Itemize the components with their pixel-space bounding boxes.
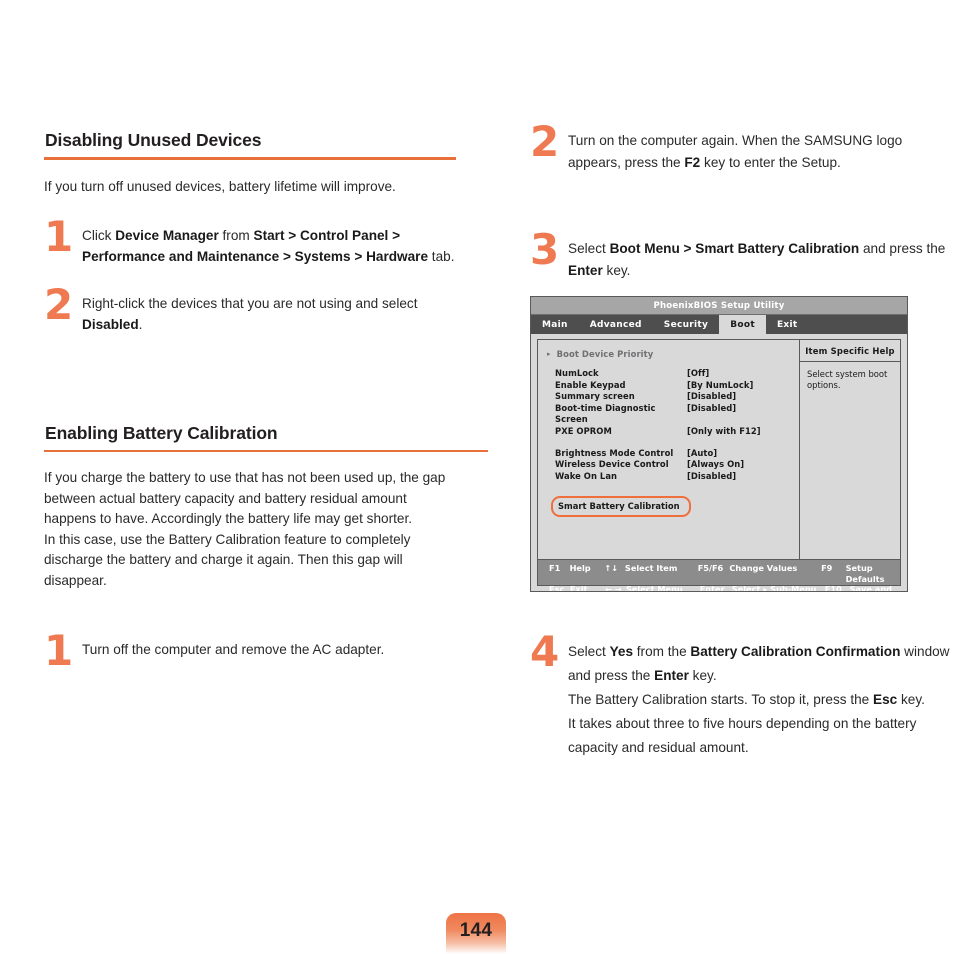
bios-title-bar: PhoenixBIOS Setup Utility [531,297,907,315]
setting-value: [Auto] [687,447,718,458]
bios-menu-security[interactable]: Security [653,315,719,334]
step-number: 1 [44,211,73,261]
bios-setting-row[interactable]: Boot-time Diagnostic Screen [Disabled] [555,403,799,426]
right-column-top: 2 Turn on the computer again. When the S… [530,121,950,281]
chevron-right-icon: ▸ [547,350,551,358]
bios-content-area: ▸ Boot Device Priority NumLock [Off] Enab… [537,339,901,567]
page-title: Enabling Battery Calibration [45,422,278,443]
key-f10: F10 [824,584,842,592]
setting-value: [Only with F12] [687,425,761,436]
key-help-row: Esc Exit ← → Select Menu Enter Select ▸ … [538,584,900,592]
step-item: 2 Right-click the devices that you are n… [44,283,464,336]
right-column-bottom: 4 Select Yes from the Battery Calibratio… [530,631,950,760]
page-number-badge: 144 [446,913,506,954]
setting-label: NumLock [555,368,599,378]
page-number: 144 [459,920,493,941]
step-text: Turn on the computer again. When the SAM… [568,133,903,170]
setting-value: [By NumLock] [687,379,754,390]
key-f5f6-label: Change Values [729,563,798,573]
manual-page: Disabling Unused Devices If you turn off… [0,0,954,954]
bios-setting-row[interactable]: PXE OPROM [Only with F12] [555,426,799,438]
heading-rule [44,157,456,160]
setting-label: Brightness Mode Control [555,447,674,458]
step-text: Turn off the computer and remove the AC … [82,642,385,657]
setting-label: PXE OPROM [555,425,612,436]
bios-key-help-bar: F1 Help ↑↓ Select Item F5/F6 Change Valu… [537,559,901,591]
heading-rule [44,449,488,452]
section-intro-text: If you charge the battery to use that ha… [44,470,446,526]
bios-menu-bar: Main Advanced Security Boot Exit [531,315,907,334]
step-number: 3 [530,225,559,274]
step-item: 3 Select Boot Menu > Smart Battery Calib… [530,229,950,281]
key-enter-label: Select ▸ Sub-Menu [731,584,817,592]
bios-smart-battery-calibration-highlight[interactable]: Smart Battery Calibration [551,496,691,518]
bios-menu-advanced[interactable]: Advanced [579,315,653,334]
bios-menu-boot[interactable]: Boot [719,315,766,334]
step-item: 4 Select Yes from the Battery Calibratio… [530,631,950,760]
setting-value: [Off] [687,368,710,378]
bios-setting-row[interactable]: Wake On Lan [Disabled] [555,471,799,483]
bios-setting-row[interactable]: Summary screen [Disabled] [555,391,799,403]
bios-setup-screenshot: PhoenixBIOS Setup Utility Main Advanced … [530,296,908,592]
section-enabling-battery-calibration: Enabling Battery Calibration If you char… [44,422,488,672]
step-number: 4 [530,627,559,676]
section-intro-text: If you turn off unused devices, battery … [44,178,396,194]
setting-label: Summary screen [555,391,635,402]
left-column: Disabling Unused Devices If you turn off… [44,130,488,672]
key-esc: Esc [549,584,565,592]
key-enter: Enter [699,584,725,592]
step-item: 1 Turn off the computer and remove the A… [44,630,464,672]
key-updown: ↑↓ [604,563,619,573]
bios-group-label: Boot Device Priority [556,349,654,359]
key-esc-label: Exit [569,584,588,592]
help-panel-text: Select system boot options. [807,369,888,390]
step-text: Click Device Manager from Start > Contro… [82,227,455,265]
key-f1: F1 [549,563,561,573]
bios-setting-row[interactable]: NumLock [Off] [555,368,799,380]
setting-value: [Always On] [687,459,745,470]
key-f10-label: Save and Exit [849,584,893,592]
bios-setting-row[interactable]: Brightness Mode Control [Auto] [555,448,799,460]
key-help-row: F1 Help ↑↓ Select Item F5/F6 Change Valu… [538,563,900,584]
bios-boot-device-priority[interactable]: ▸ Boot Device Priority [547,349,799,359]
step-number: 1 [44,626,73,675]
bios-menu-main[interactable]: Main [531,315,579,334]
section-disabling-unused-devices: Disabling Unused Devices If you turn off… [44,130,464,336]
setting-value: [Disabled] [687,391,737,402]
setting-value: [Disabled] [687,402,737,413]
key-leftright-label: Select Menu [625,584,683,592]
step-text: Right-click the devices that you are not… [82,295,418,333]
bios-settings-group-1: NumLock [Off] Enable Keypad [By NumLock]… [555,368,799,482]
page-title: Disabling Unused Devices [45,130,262,150]
key-f5f6: F5/F6 [697,563,724,573]
step-item: 1 Click Device Manager from Start > Cont… [44,215,464,268]
bios-setting-row[interactable]: Wireless Device Control [Always On] [555,459,799,471]
key-f1-label: Help [569,563,591,573]
step-number: 2 [530,117,559,166]
section-intro-text-2: In this case, use the Battery Calibratio… [44,531,411,588]
bios-settings-list: ▸ Boot Device Priority NumLock [Off] Enab… [538,340,799,566]
bios-setting-row[interactable]: Enable Keypad [By NumLock] [555,380,799,392]
setting-label: Wake On Lan [555,470,618,481]
setting-label: Enable Keypad [555,379,626,390]
key-leftright: ← → [605,584,622,592]
setting-label: Wireless Device Control [555,459,669,470]
help-panel-title: Item Specific Help [800,340,900,362]
step-item: 2 Turn on the computer again. When the S… [530,121,950,173]
bios-help-panel: Item Specific Help Select system boot op… [799,340,900,566]
setting-label: Boot-time Diagnostic Screen [555,402,656,425]
setting-value: [Disabled] [687,470,737,481]
step-number: 2 [44,279,73,329]
key-f9: F9 [821,563,833,573]
step-text: Select Boot Menu > Smart Battery Calibra… [568,241,946,278]
step-text: Select Yes from the Battery Calibration … [568,644,950,755]
key-f9-label: Setup Defaults [845,563,885,584]
bios-menu-exit[interactable]: Exit [766,315,809,334]
key-updown-label: Select Item [624,563,678,573]
